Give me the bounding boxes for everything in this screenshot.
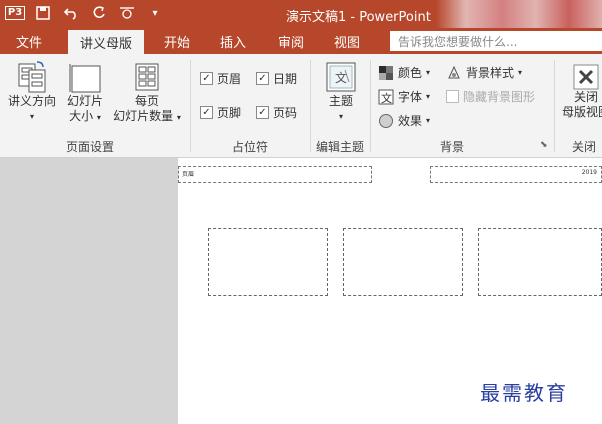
- date-checkbox-row[interactable]: ✓ 日期: [256, 70, 297, 87]
- page-number-checkbox-label: 页码: [273, 106, 298, 120]
- header-placeholder[interactable]: 页眉: [178, 166, 372, 183]
- chevron-down-icon: ▾: [426, 68, 431, 77]
- background-styles-label: 背景样式: [466, 66, 515, 80]
- svg-text:文: 文: [335, 70, 347, 85]
- background-styles-icon: [448, 65, 460, 78]
- ribbon: 讲义方向 ▾ 幻灯片 大小 ▾ 每页 幻灯片数量 ▾ 页面设置 ✓ 页眉 ✓ 日…: [0, 54, 602, 158]
- svg-text:文: 文: [381, 91, 392, 105]
- chevron-down-icon: ▾: [518, 68, 523, 77]
- group-label-edit-theme: 编辑主题: [316, 140, 365, 154]
- theme-icon: 文: [326, 62, 356, 92]
- fonts-icon: 文: [378, 89, 394, 105]
- slides-per-page-icon: [135, 63, 159, 91]
- page-number-checkbox[interactable]: ✓: [256, 106, 269, 119]
- hide-background-graphics-row[interactable]: 隐藏背景图形: [446, 88, 535, 105]
- themes-button[interactable]: 文 主题 ▾: [316, 60, 366, 124]
- ribbon-tabs: 文件 讲义母版 开始 插入 审阅 视图 告诉我您想要做什么...: [0, 28, 602, 54]
- slide-size-line2: 大小: [69, 109, 94, 123]
- header-placeholder-text: 页眉: [182, 171, 195, 178]
- date-checkbox-label: 日期: [273, 72, 298, 86]
- chevron-down-icon: ▾: [338, 112, 343, 121]
- app-icon: P3: [4, 4, 26, 22]
- effects-icon: [379, 113, 393, 128]
- hide-background-label: 隐藏背景图形: [463, 90, 536, 104]
- customize-qat-icon[interactable]: ▾: [146, 4, 164, 22]
- per-page-line1: 每页: [134, 94, 159, 108]
- header-checkbox-row[interactable]: ✓ 页眉: [200, 70, 241, 87]
- group-label-background: 背景: [440, 140, 465, 154]
- colors-icon: [379, 65, 393, 80]
- title-bar: P3 ▾ 演示文稿1 - PowerPoint: [0, 0, 602, 28]
- colors-button[interactable]: 颜色 ▾: [378, 64, 430, 81]
- dialog-launcher-icon[interactable]: ⬊: [540, 140, 548, 150]
- tab-handout-master[interactable]: 讲义母版: [68, 30, 145, 54]
- footer-checkbox[interactable]: ✓: [200, 106, 213, 119]
- undo-icon[interactable]: [62, 4, 80, 22]
- group-label-page-setup: 页面设置: [66, 140, 115, 154]
- close-line2: 母版视图: [561, 105, 602, 119]
- orientation-label: 讲义方向: [7, 94, 56, 108]
- document-title: 演示文稿1 - PowerPoint: [286, 10, 431, 25]
- redo-icon[interactable]: [90, 4, 108, 22]
- presentation-icon[interactable]: [118, 4, 136, 22]
- tab-insert[interactable]: 插入: [220, 32, 246, 51]
- slides-per-page-button[interactable]: 每页 幻灯片数量 ▾: [110, 60, 184, 125]
- date-checkbox[interactable]: ✓: [256, 72, 269, 85]
- fonts-button[interactable]: 文 字体 ▾: [378, 88, 430, 105]
- blurred-region: [436, 0, 602, 28]
- close-line1: 关闭: [573, 90, 598, 104]
- group-separator: [310, 60, 311, 152]
- quick-access-toolbar: P3 ▾: [4, 4, 164, 22]
- footer-checkbox-label: 页脚: [217, 106, 242, 120]
- watermark-text: 最需教育: [480, 381, 568, 405]
- hide-background-checkbox[interactable]: [446, 90, 459, 103]
- group-separator: [554, 60, 555, 152]
- tab-file[interactable]: 文件: [16, 32, 42, 51]
- app-badge: P3: [4, 6, 26, 20]
- theme-label: 主题: [328, 94, 353, 108]
- chevron-down-icon: ▾: [29, 112, 34, 121]
- background-styles-button[interactable]: 背景样式 ▾: [446, 64, 522, 81]
- chevron-down-icon: ▾: [426, 92, 431, 101]
- group-label-close: 关闭: [572, 140, 597, 154]
- page-number-checkbox-row[interactable]: ✓ 页码: [256, 104, 297, 121]
- save-icon[interactable]: [34, 4, 52, 22]
- slide-thumbnail-placeholder[interactable]: [343, 228, 463, 296]
- chevron-down-icon: ▾: [176, 113, 181, 122]
- handout-orientation-button[interactable]: 讲义方向 ▾: [4, 60, 60, 124]
- slide-size-button[interactable]: 幻灯片 大小 ▾: [62, 60, 108, 125]
- close-master-view-button[interactable]: 关闭 母版视图: [558, 64, 602, 120]
- effects-label: 效果: [398, 114, 423, 128]
- group-separator: [190, 60, 191, 152]
- header-checkbox[interactable]: ✓: [200, 72, 213, 85]
- tell-me-search[interactable]: 告诉我您想要做什么...: [390, 31, 602, 51]
- chevron-down-icon: ▾: [96, 113, 101, 122]
- footer-checkbox-row[interactable]: ✓ 页脚: [200, 104, 241, 121]
- tab-home[interactable]: 开始: [164, 32, 190, 51]
- colors-label: 颜色: [398, 66, 423, 80]
- date-placeholder[interactable]: 2019: [430, 166, 602, 183]
- orientation-icon: [18, 61, 46, 93]
- date-placeholder-text: 2019: [581, 169, 597, 176]
- group-label-placeholders: 占位符: [232, 140, 269, 154]
- header-checkbox-label: 页眉: [217, 72, 242, 86]
- close-icon: [573, 64, 599, 90]
- effects-button[interactable]: 效果 ▾: [378, 112, 430, 129]
- slide-thumbnail-placeholder[interactable]: [478, 228, 602, 296]
- tab-review[interactable]: 审阅: [278, 32, 304, 51]
- fonts-label: 字体: [398, 90, 423, 104]
- tab-view[interactable]: 视图: [334, 32, 360, 51]
- slide-size-icon: [69, 64, 101, 93]
- per-page-line2: 幻灯片数量: [113, 109, 174, 123]
- chevron-down-icon: ▾: [426, 116, 431, 125]
- slide-thumbnail-placeholder[interactable]: [208, 228, 328, 296]
- group-separator: [370, 60, 371, 152]
- slide-size-line1: 幻灯片: [66, 94, 103, 108]
